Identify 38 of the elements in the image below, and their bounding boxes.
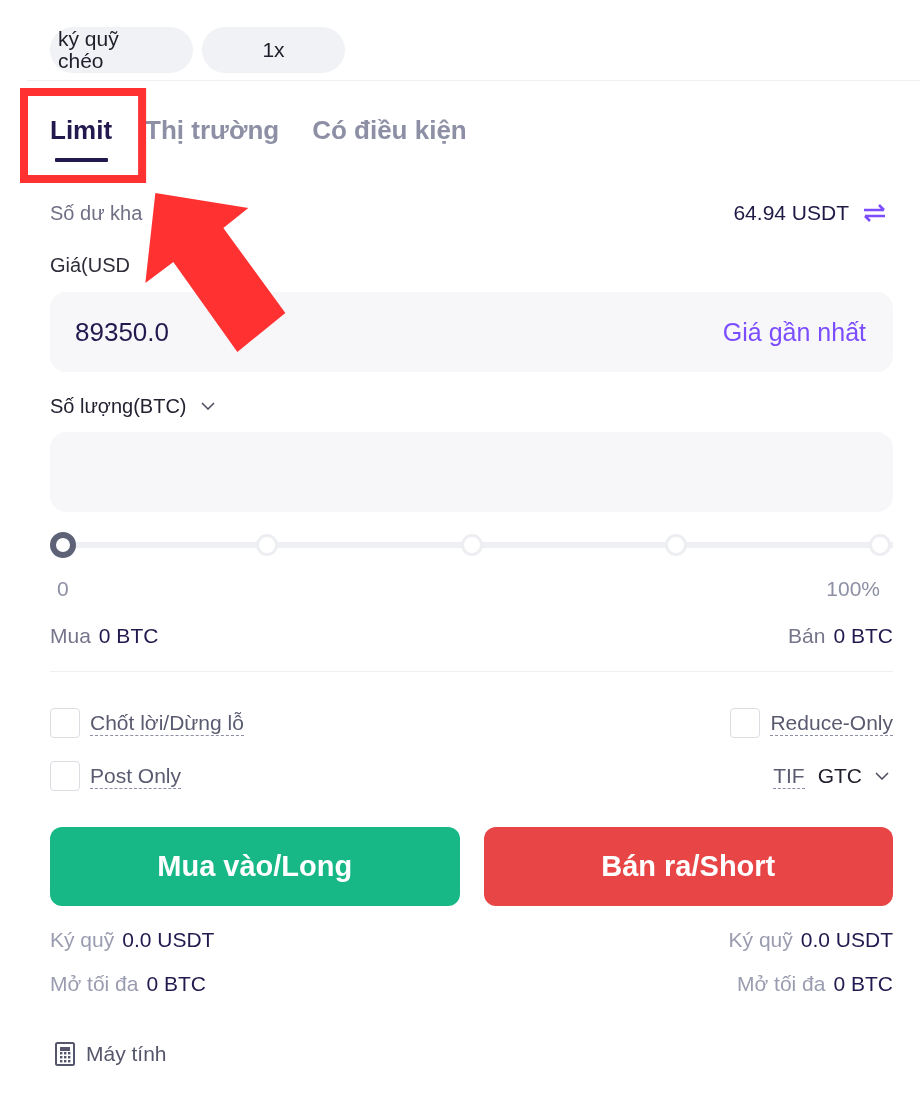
slider-min-label: 0 bbox=[57, 578, 69, 600]
amount-value: 0 BTC bbox=[833, 625, 893, 647]
price-field[interactable]: 89350.0 Giá gần nhất bbox=[50, 292, 893, 372]
option-label: TIF bbox=[773, 763, 805, 789]
time-in-force-dropdown[interactable]: GTC bbox=[817, 764, 893, 788]
calculator-icon bbox=[55, 1042, 75, 1066]
detail-label: Mở tối đa bbox=[737, 973, 826, 995]
order-type-tab[interactable]: Limit bbox=[50, 114, 113, 162]
detail-label: Ký quỹ bbox=[728, 929, 793, 951]
calculator-button[interactable]: Máy tính bbox=[55, 1042, 167, 1066]
detail-label: Mở tối đa bbox=[50, 973, 139, 995]
checkbox[interactable] bbox=[730, 708, 761, 738]
detail-value: 0.0 USDT bbox=[800, 929, 893, 951]
slider-max-label: 100% bbox=[826, 578, 880, 600]
sell-short-button[interactable]: Bán ra/Short bbox=[483, 827, 893, 906]
checkbox[interactable] bbox=[50, 708, 80, 738]
quantity-unit-dropdown[interactable]: Số lượng(BTC) bbox=[50, 395, 215, 417]
option-label: Reduce-Only bbox=[770, 710, 893, 736]
margin-mode-button[interactable]: ký quỹ chéo bbox=[50, 27, 193, 73]
leverage-button[interactable]: 1x bbox=[202, 27, 345, 73]
balance-value: 64.94 USDT bbox=[733, 202, 849, 224]
slider-thumb[interactable] bbox=[50, 532, 76, 558]
amount-label: Mua bbox=[50, 625, 91, 647]
latest-price-button[interactable]: Giá gần nhất bbox=[722, 317, 866, 347]
checkbox[interactable] bbox=[50, 761, 80, 791]
amount-value: 0 BTC bbox=[98, 625, 159, 647]
option-label: Post Only bbox=[90, 763, 182, 789]
detail-value: 0 BTC bbox=[833, 973, 893, 995]
detail-value: 0.0 USDT bbox=[122, 929, 215, 951]
detail-label: Ký quỹ bbox=[50, 929, 115, 951]
option-label: Chốt lời/Dừng lỗ bbox=[90, 710, 244, 736]
balance-label: Số dư kha bbox=[50, 202, 143, 224]
chevron-down-icon bbox=[200, 402, 215, 410]
amount-label: Bán bbox=[788, 625, 826, 647]
price-label: Giá(USD bbox=[50, 254, 130, 276]
chevron-down-icon bbox=[875, 772, 889, 780]
swap-arrows-icon[interactable] bbox=[862, 204, 887, 222]
detail-value: 0 BTC bbox=[146, 973, 206, 995]
